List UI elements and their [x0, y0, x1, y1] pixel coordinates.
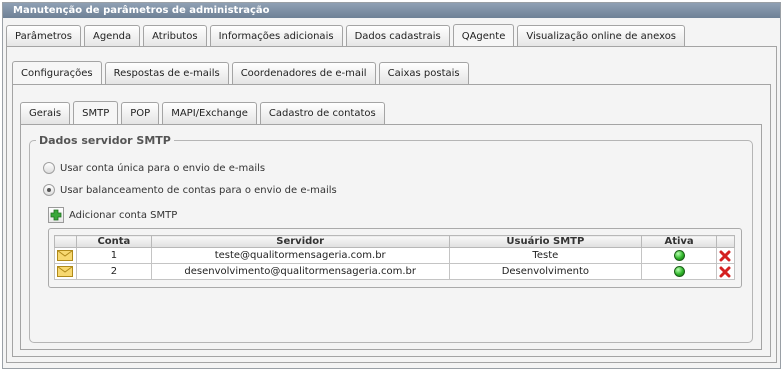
table-header-row: Conta Servidor Usuário SMTP Ativa	[54, 235, 736, 248]
add-smtp-account-label: Adicionar conta SMTP	[69, 209, 178, 221]
tab-pop[interactable]: POP	[121, 102, 160, 124]
tab-cadastro-contatos[interactable]: Cadastro de contatos	[259, 102, 385, 124]
header-usuario-smtp[interactable]: Usuário SMTP	[448, 235, 643, 248]
tab-informacoes-adicionais[interactable]: Informações adicionais	[209, 25, 343, 47]
cell-delete[interactable]	[715, 247, 736, 264]
tab-atributos[interactable]: Atributos	[143, 25, 207, 47]
header-icon-col	[54, 235, 77, 248]
window-title: Manutenção de parâmetros de administraçã…	[3, 3, 780, 18]
radio-label: Usar balanceamento de contas para o envi…	[60, 184, 337, 196]
table-row[interactable]: 2 desenvolvimento@qualitormensageria.com…	[54, 263, 736, 280]
inner-tab-bar: Gerais SMTP POP MAPI/Exchange Cadastro d…	[20, 100, 388, 125]
smtp-accounts-table: Conta Servidor Usuário SMTP Ativa 1 test…	[54, 235, 736, 280]
radio-label: Usar conta única para o envio de e-mails	[60, 162, 266, 174]
add-smtp-account-button[interactable]: Adicionar conta SMTP	[48, 207, 177, 223]
cell-servidor: teste@qualitormensageria.com.br	[150, 247, 450, 264]
smtp-fieldset-legend: Dados servidor SMTP	[36, 134, 174, 147]
radio-button[interactable]	[43, 162, 55, 174]
tab-mapi-exchange[interactable]: MAPI/Exchange	[162, 102, 257, 124]
tab-respostas-emails[interactable]: Respostas de e-mails	[104, 62, 229, 84]
main-tab-bar: Parâmetros Agenda Atributos Informações …	[6, 23, 688, 48]
table-row[interactable]: 1 teste@qualitormensageria.com.br Teste	[54, 247, 736, 264]
cell-servidor: desenvolvimento@qualitormensageria.com.b…	[150, 263, 450, 280]
envelope-icon[interactable]	[57, 249, 74, 261]
radio-button-checked[interactable]	[43, 184, 55, 196]
row-icon-cell[interactable]	[54, 247, 77, 264]
cell-ativa	[641, 247, 717, 264]
tab-dados-cadastrais[interactable]: Dados cadastrais	[345, 25, 450, 47]
green-dot-icon[interactable]	[673, 249, 685, 261]
cell-usuario: Teste	[448, 247, 643, 264]
tab-smtp[interactable]: SMTP	[73, 101, 119, 125]
green-dot-icon[interactable]	[673, 265, 685, 277]
delete-x-icon[interactable]	[719, 266, 731, 278]
tab-configuracoes[interactable]: Configurações	[12, 61, 102, 85]
tab-qagente[interactable]: QAgente	[452, 24, 515, 48]
envelope-icon[interactable]	[57, 265, 74, 277]
tab-coordenadores-email[interactable]: Coordenadores de e-mail	[231, 62, 376, 84]
cell-delete[interactable]	[715, 263, 736, 280]
row-icon-cell[interactable]	[54, 263, 77, 280]
plus-icon	[48, 207, 64, 223]
header-conta[interactable]: Conta	[75, 235, 152, 248]
tab-caixas-postais[interactable]: Caixas postais	[378, 62, 469, 84]
header-delete-col	[715, 235, 736, 248]
header-servidor[interactable]: Servidor	[150, 235, 450, 248]
cell-ativa	[641, 263, 717, 280]
radio-balanceamento[interactable]: Usar balanceamento de contas para o envi…	[43, 184, 337, 196]
tab-visualizacao-online-anexos[interactable]: Visualização online de anexos	[517, 25, 686, 47]
tab-parametros[interactable]: Parâmetros	[6, 25, 81, 47]
tab-gerais[interactable]: Gerais	[20, 102, 71, 124]
cell-usuario: Desenvolvimento	[448, 263, 643, 280]
sub-tab-bar: Configurações Respostas de e-mails Coord…	[12, 60, 472, 85]
delete-x-icon[interactable]	[719, 250, 731, 262]
header-ativa[interactable]: Ativa	[641, 235, 717, 248]
radio-conta-unica[interactable]: Usar conta única para o envio de e-mails	[43, 162, 265, 174]
cell-conta: 2	[75, 263, 152, 280]
tab-agenda[interactable]: Agenda	[83, 25, 141, 47]
cell-conta: 1	[75, 247, 152, 264]
